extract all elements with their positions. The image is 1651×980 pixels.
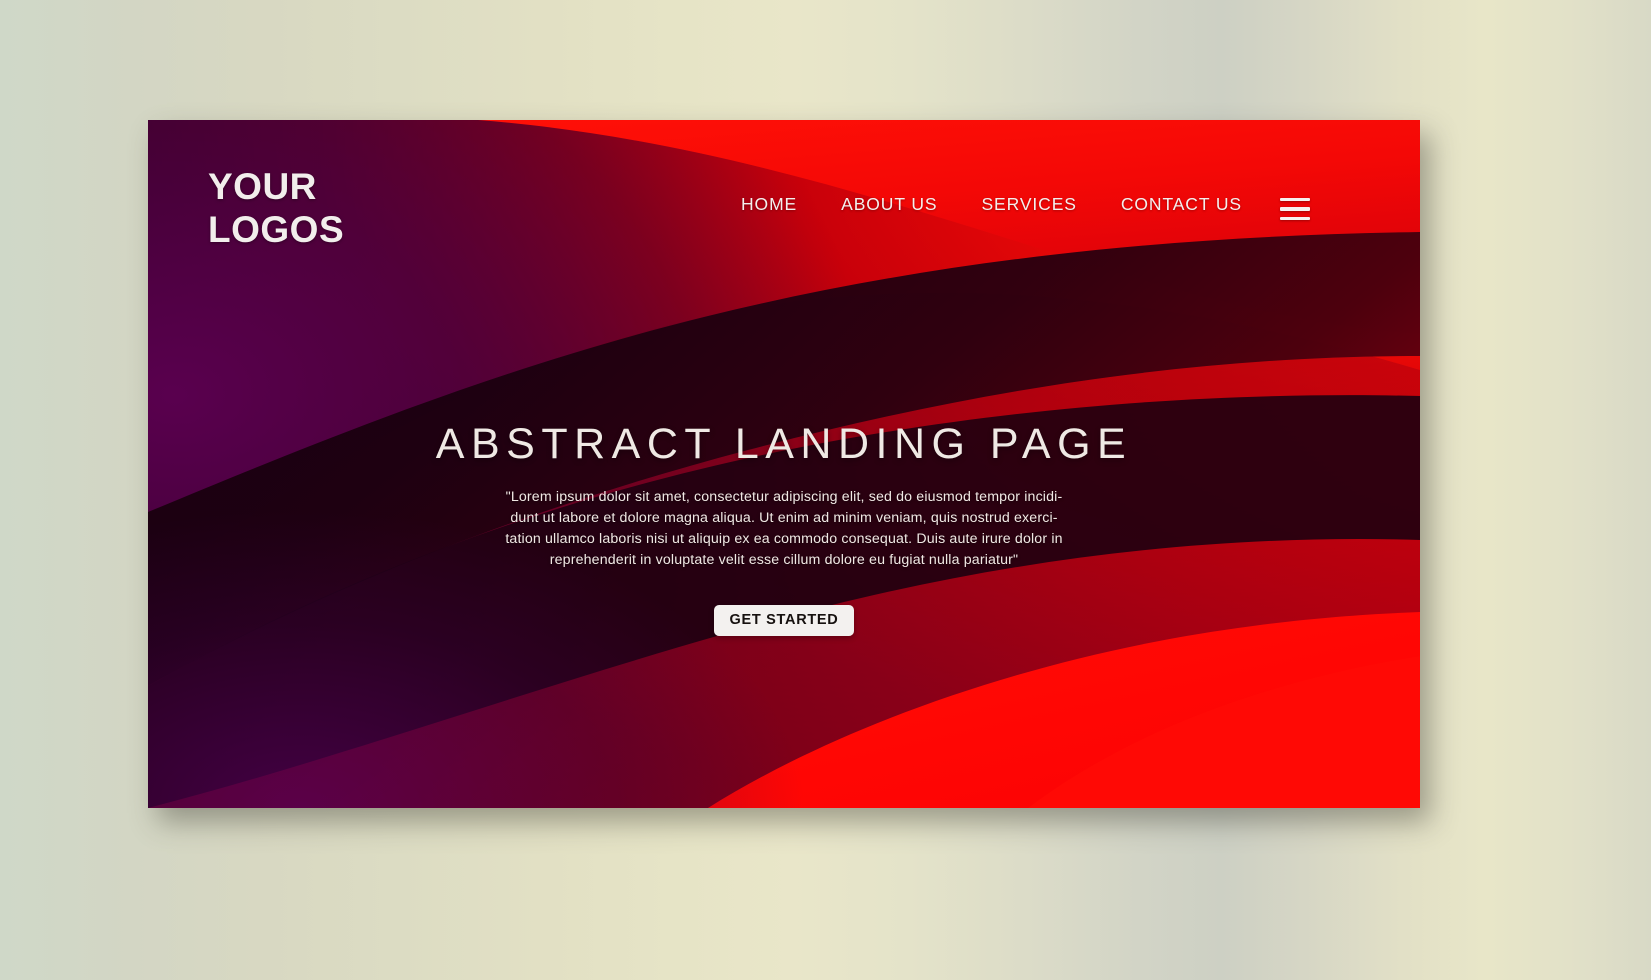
get-started-button[interactable]: GET STARTED — [713, 605, 855, 637]
cta-container: GET STARTED — [148, 605, 1420, 637]
hero-section: ABSTRACT LANDING PAGE "Lorem ipsum dolor… — [148, 420, 1420, 637]
hero-paragraph: "Lorem ipsum dolor sit amet, consectetur… — [504, 487, 1064, 571]
hamburger-bar-middle — [1280, 207, 1310, 211]
hamburger-bar-bottom — [1280, 216, 1310, 220]
hero-paragraph-line-1: "Lorem ipsum dolor sit amet, consectetur… — [505, 489, 1063, 505]
brand-logo-line-1: YOUR — [208, 166, 317, 207]
hamburger-bar-top — [1280, 198, 1310, 202]
hero-paragraph-line-3: tation ullamco laboris nisi ut aliquip e… — [505, 531, 1063, 548]
brand-logo[interactable]: YOUR LOGOS — [208, 166, 344, 251]
brand-logo-line-2: LOGOS — [208, 208, 345, 250]
navbar: YOUR LOGOS HOME ABOUT US SERVICES CONTAC… — [148, 120, 1420, 270]
hero-paragraph-line-4: reprehenderit in voluptate velit esse ci… — [549, 552, 1019, 569]
nav-item-services[interactable]: SERVICES — [981, 194, 1076, 215]
landing-page-mockup-card: YOUR LOGOS HOME ABOUT US SERVICES CONTAC… — [148, 120, 1420, 808]
nav-item-contact-us[interactable]: CONTACT US — [1121, 194, 1242, 215]
nav-item-home[interactable]: HOME — [741, 194, 797, 215]
hamburger-icon[interactable] — [1280, 198, 1310, 220]
nav-item-about-us[interactable]: ABOUT US — [841, 194, 937, 215]
hero-title: ABSTRACT LANDING PAGE — [435, 420, 1133, 468]
nav-links: HOME ABOUT US SERVICES CONTACT US — [741, 194, 1242, 215]
hero-paragraph-line-2: dunt ut labore et dolore magna aliqua. U… — [510, 510, 1058, 527]
